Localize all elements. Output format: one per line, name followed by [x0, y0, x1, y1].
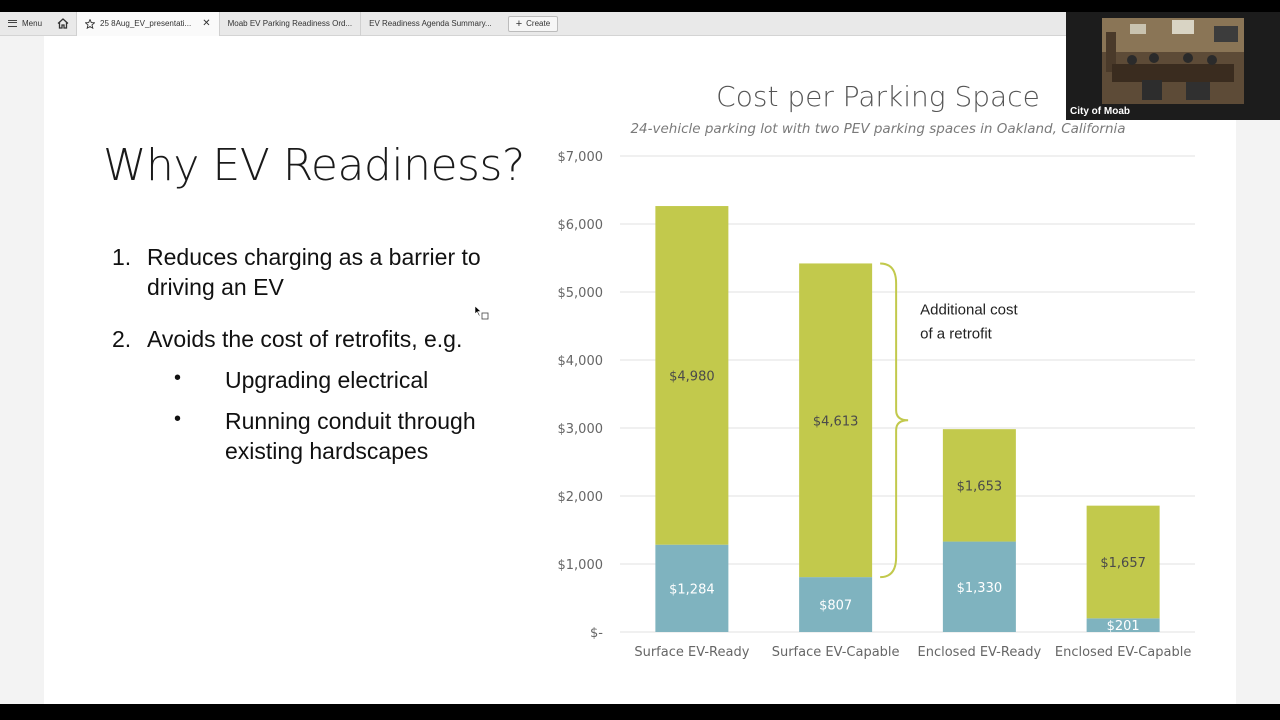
y-tick-label: $6,000	[558, 218, 604, 233]
y-tick-label: $2,000	[558, 490, 604, 505]
tab-label: 25 8Aug_EV_presentati...	[100, 19, 192, 28]
star-icon[interactable]	[85, 18, 96, 29]
list-text: Avoids the cost of retrofits, e.g.	[147, 326, 463, 352]
y-tick-label: $4,000	[558, 354, 604, 369]
tab-ev-presentation[interactable]: 25 8Aug_EV_presentati... ✕	[76, 11, 219, 36]
close-icon[interactable]: ✕	[202, 18, 210, 29]
list-number: 1.	[112, 244, 132, 270]
tab-bar: Menu 25 8Aug_EV_presentati... ✕ Moab EV …	[0, 11, 1066, 36]
bullet-icon: •	[174, 408, 182, 430]
cost-per-parking-space-chart: $- $1,000 $2,000 $3,000 $4,000 $5,000 $6,000 $7…	[558, 150, 1195, 660]
webcam-overlay: City of Moab	[1066, 12, 1280, 120]
x-tick-label: Enclosed EV-Capable	[1055, 645, 1191, 660]
annotation-text: of a retrofit	[920, 325, 993, 342]
y-tick-label: $7,000	[558, 150, 604, 165]
create-label: Create	[526, 19, 551, 28]
top-letterbox	[0, 0, 1280, 12]
home-icon	[57, 18, 69, 29]
y-tick-label: $5,000	[558, 286, 604, 301]
data-label: $4,980	[669, 369, 715, 384]
create-button[interactable]: + Create	[507, 15, 559, 32]
x-tick-label: Enclosed EV-Ready	[918, 645, 1042, 660]
tab-label: EV Readiness Agenda Summary...	[369, 19, 492, 28]
menu-label: Menu	[22, 19, 43, 28]
annotation-text: Additional cost	[920, 301, 1018, 318]
sub-point: Upgrading electrical	[225, 367, 429, 393]
retrofit-bracket	[880, 262, 909, 579]
y-tick-label: $-	[590, 626, 603, 641]
list-number: 2.	[112, 326, 132, 352]
data-label: $1,284	[669, 582, 715, 597]
bottom-letterbox	[0, 704, 1280, 720]
data-label: $1,330	[957, 581, 1003, 596]
list-text: Reduces charging as a barrier to driving…	[147, 244, 481, 300]
tab-label: Moab EV Parking Readiness Ord...	[227, 19, 353, 28]
chart-subtitle: 24-vehicle parking lot with two PEV park…	[630, 121, 1126, 137]
x-tick-label: Surface EV-Ready	[634, 645, 749, 660]
tab-agenda-summary[interactable]: EV Readiness Agenda Summary...	[360, 11, 500, 36]
y-tick-label: $3,000	[558, 422, 604, 437]
x-tick-label: Surface EV-Capable	[772, 645, 900, 660]
mouse-cursor-icon	[474, 305, 489, 320]
data-label: $4,613	[813, 414, 859, 429]
y-tick-label: $1,000	[558, 558, 604, 573]
slide-title: Why EV Readiness?	[103, 140, 525, 191]
webcam-video	[1102, 18, 1244, 104]
home-button[interactable]	[50, 12, 76, 36]
bullet-icon: •	[174, 367, 182, 389]
data-label: $201	[1107, 619, 1140, 634]
data-label: $807	[819, 599, 852, 614]
menu-button[interactable]: Menu	[0, 12, 50, 36]
hamburger-icon	[8, 20, 17, 27]
webcam-label: City of Moab	[1070, 106, 1130, 117]
data-label: $1,657	[1100, 556, 1146, 571]
tab-moab-ordinance[interactable]: Moab EV Parking Readiness Ord...	[218, 11, 361, 36]
plus-icon: +	[515, 17, 523, 30]
sub-point: Running conduit through existing hardsca…	[225, 408, 476, 464]
data-label: $1,653	[957, 479, 1003, 494]
